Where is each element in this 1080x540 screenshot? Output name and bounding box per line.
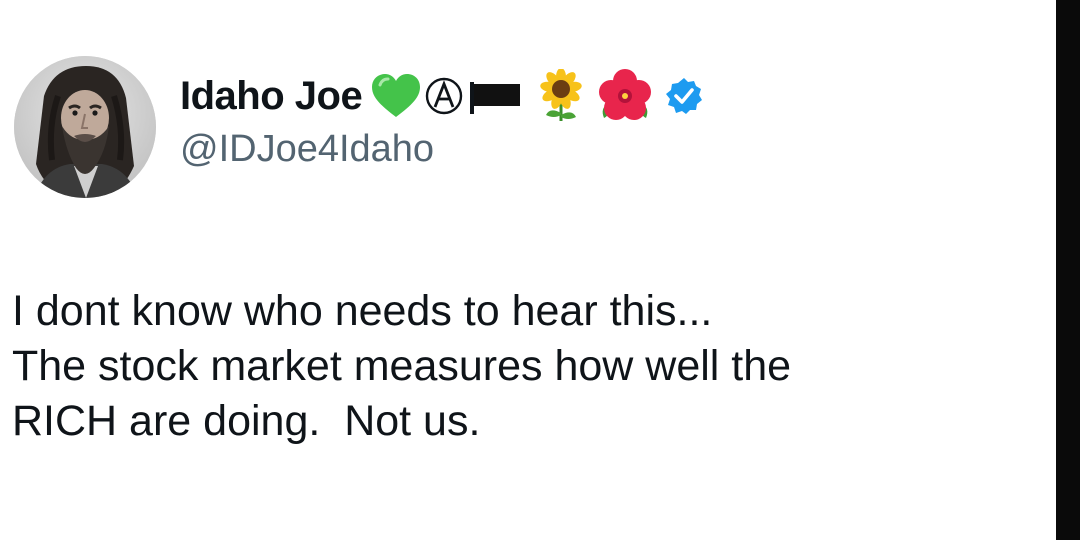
tweet-text-line: I dont know who needs to hear this... [12,287,713,335]
name-row: Idaho Joe [180,68,940,124]
tweet-text-line: The stock market measures how well the [12,342,792,390]
avatar[interactable] [14,56,156,198]
right-edge-bar [1056,0,1080,540]
user-handle[interactable]: @IDJoe4Idaho [180,128,940,171]
verified-badge-icon [664,76,704,116]
name-badges [370,68,704,124]
circled-a-icon [424,76,464,116]
avatar-portrait-icon [14,56,156,198]
tweet-text-line: RICH are doing. Not us. [12,397,481,445]
black-flag-icon [468,76,522,116]
hibiscus-icon [596,68,654,124]
green-heart-icon [370,73,422,119]
display-name[interactable]: Idaho Joe [180,74,363,119]
tweet-text: I dont know who needs to hear this... Th… [12,284,1042,449]
tweet-screenshot: ​ [0,0,1080,540]
tweet-header: Idaho Joe @IDJoe4Idaho [180,68,940,171]
sunflower-icon [536,68,586,123]
